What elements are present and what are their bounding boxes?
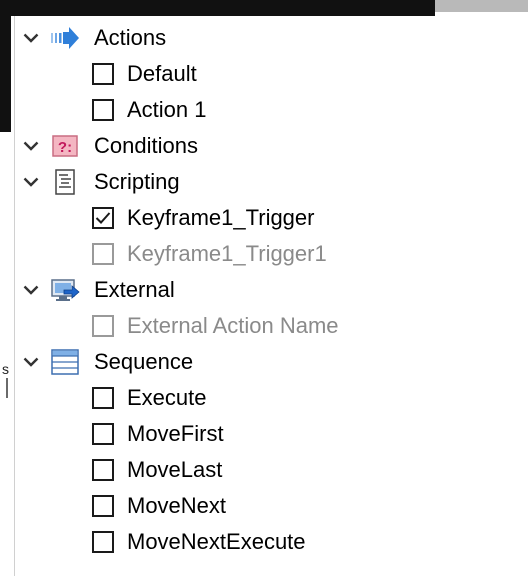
- tree-item-label: Execute: [127, 385, 207, 410]
- sequence-icon: [50, 349, 80, 375]
- tree-node-external[interactable]: External: [0, 272, 528, 308]
- chevron-down-icon[interactable]: [20, 279, 42, 301]
- checkbox[interactable]: [92, 459, 114, 481]
- chevron-down-icon[interactable]: [20, 351, 42, 373]
- checkbox[interactable]: [92, 531, 114, 553]
- checkbox[interactable]: [92, 243, 114, 265]
- tree-panel: s Actions Default Action 1 ?: Conditions…: [0, 0, 528, 578]
- window-edge: [435, 0, 528, 12]
- tree-item-default[interactable]: Default: [0, 56, 528, 92]
- tree-node-sequence[interactable]: Sequence: [0, 344, 528, 380]
- window-edge: [0, 0, 435, 16]
- chevron-down-icon[interactable]: [20, 135, 42, 157]
- tree-node-label: Actions: [94, 25, 167, 50]
- action-tree: Actions Default Action 1 ?: Conditions S…: [0, 20, 528, 560]
- tree-item-execute[interactable]: Execute: [0, 380, 528, 416]
- tree-node-label: Conditions: [94, 133, 198, 158]
- checkbox[interactable]: [92, 495, 114, 517]
- blue-arrow-icon: [50, 25, 80, 51]
- tree-item-external-action-name[interactable]: External Action Name: [0, 308, 528, 344]
- tree-item-label: MoveLast: [127, 457, 223, 482]
- checkbox-checked[interactable]: [92, 207, 114, 229]
- tree-item-label: MoveNextExecute: [127, 529, 306, 554]
- checkbox[interactable]: [92, 423, 114, 445]
- chevron-down-icon[interactable]: [20, 27, 42, 49]
- conditions-icon-text: ?:: [58, 139, 72, 156]
- tree-item-label: MoveNext: [127, 493, 227, 518]
- tree-item-movefirst[interactable]: MoveFirst: [0, 416, 528, 452]
- tree-item-keyframe1-trigger[interactable]: Keyframe1_Trigger: [0, 200, 528, 236]
- tree-node-conditions[interactable]: ?: Conditions: [0, 128, 528, 164]
- external-icon: [50, 277, 80, 303]
- tree-item-label: Keyframe1_Trigger1: [127, 241, 327, 266]
- checkbox[interactable]: [92, 315, 114, 337]
- tree-item-keyframe1-trigger1[interactable]: Keyframe1_Trigger1: [0, 236, 528, 272]
- tree-item-label: Default: [127, 61, 197, 86]
- tree-item-label: Action 1: [127, 97, 207, 122]
- tree-item-label: Keyframe1_Trigger: [127, 205, 315, 230]
- tree-item-action-1[interactable]: Action 1: [0, 92, 528, 128]
- tree-item-label: MoveFirst: [127, 421, 224, 446]
- tree-item-movenext[interactable]: MoveNext: [0, 488, 528, 524]
- script-icon: [50, 169, 80, 195]
- checkbox[interactable]: [92, 387, 114, 409]
- conditions-icon: ?:: [50, 133, 80, 159]
- tree-node-scripting[interactable]: Scripting: [0, 164, 528, 200]
- checkbox[interactable]: [92, 99, 114, 121]
- chevron-down-icon[interactable]: [20, 171, 42, 193]
- tree-item-label: External Action Name: [127, 313, 339, 338]
- tree-node-label: Sequence: [94, 349, 194, 374]
- tree-node-label: External: [94, 277, 175, 302]
- tree-node-actions[interactable]: Actions: [0, 20, 528, 56]
- tree-node-label: Scripting: [94, 169, 180, 194]
- tree-item-movenextexecute[interactable]: MoveNextExecute: [0, 524, 528, 560]
- checkbox[interactable]: [92, 63, 114, 85]
- tree-item-movelast[interactable]: MoveLast: [0, 452, 528, 488]
